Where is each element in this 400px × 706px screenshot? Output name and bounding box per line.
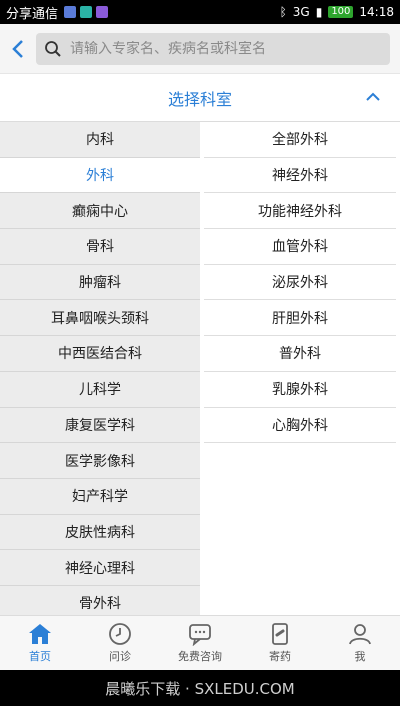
- chat-icon: [189, 624, 211, 646]
- primary-department-list: 内科 外科 癫痫中心 骨科 肿瘤科 耳鼻咽喉头颈科 中西医结合科 儿科学 康复医…: [0, 122, 200, 615]
- user-icon: [349, 624, 371, 645]
- tab-label: 免费咨询: [178, 650, 222, 663]
- sub-department-item[interactable]: 全部外科: [204, 122, 396, 158]
- department-item[interactable]: 康复医学科: [0, 407, 200, 444]
- chevron-up-icon[interactable]: [364, 88, 382, 106]
- department-item[interactable]: 内科: [0, 122, 200, 158]
- department-item[interactable]: 妇产科学: [0, 478, 200, 515]
- search-input[interactable]: [70, 40, 390, 57]
- chevron-left-icon: [12, 39, 23, 58]
- sub-department-list: 全部外科 神经外科 功能神经外科 血管外科 泌尿外科 肝胆外科 普外科 乳腺外科…: [204, 122, 400, 615]
- department-item[interactable]: 骨外科: [0, 585, 200, 615]
- sub-department-item[interactable]: 血管外科: [204, 229, 396, 265]
- department-item[interactable]: 儿科学: [0, 371, 200, 408]
- signal-icon: ▮: [315, 5, 323, 19]
- department-item[interactable]: 骨科: [0, 229, 200, 265]
- department-item[interactable]: 癫痫中心: [0, 193, 200, 230]
- notification-icon: [80, 6, 93, 18]
- notification-icon: [64, 6, 77, 18]
- department-item[interactable]: 皮肤性病科: [0, 514, 200, 551]
- tab-label: 问诊: [109, 650, 131, 663]
- home-icon: [29, 624, 51, 644]
- tab-label: 首页: [29, 650, 51, 663]
- tab-me[interactable]: 我: [320, 616, 400, 670]
- department-header[interactable]: 选择科室: [0, 74, 400, 122]
- sub-department-item[interactable]: 乳腺外科: [204, 372, 396, 408]
- search-bar: [0, 24, 400, 74]
- system-nav-bar: 晨曦乐下载 · SXLEDU.COM: [0, 670, 400, 706]
- page-title: 选择科室: [167, 89, 232, 109]
- search-icon: [45, 40, 61, 57]
- sub-department-item[interactable]: 普外科: [204, 336, 396, 372]
- department-item[interactable]: 耳鼻咽喉头颈科: [0, 300, 200, 337]
- clock-icon: [109, 623, 131, 645]
- department-item[interactable]: 中西医结合科: [0, 336, 200, 372]
- sub-department-item[interactable]: 肝胆外科: [204, 300, 396, 337]
- sub-department-item[interactable]: 神经外科: [204, 158, 396, 194]
- search-box[interactable]: [36, 32, 390, 65]
- watermark-text: 晨曦乐下载 · SXLEDU.COM: [105, 679, 295, 698]
- carrier-name: 分享通信: [6, 6, 59, 22]
- signal-type: 3G: [292, 5, 310, 19]
- bottom-tab-bar: 首页 问诊 免费咨询 寄药 我: [0, 615, 400, 670]
- sub-department-item[interactable]: 泌尿外科: [204, 265, 396, 301]
- medicine-icon: [272, 623, 288, 645]
- department-item-selected[interactable]: 外科: [0, 157, 200, 194]
- battery-icon: 100: [328, 6, 354, 18]
- back-button[interactable]: [0, 24, 36, 74]
- bluetooth-icon: ᛒ: [279, 5, 287, 19]
- sub-department-item[interactable]: 功能神经外科: [204, 193, 396, 230]
- tab-home[interactable]: 首页: [0, 616, 80, 670]
- clock-time: 14:18: [359, 5, 394, 19]
- status-indicators: ᛒ 3G ▮ 100 14:18: [280, 5, 394, 19]
- department-item[interactable]: 医学影像科: [0, 443, 200, 479]
- department-item[interactable]: 肿瘤科: [0, 264, 200, 301]
- tab-free-consult[interactable]: 免费咨询: [160, 616, 240, 670]
- tab-medicine[interactable]: 寄药: [240, 616, 320, 670]
- status-bar: 分享通信 ᛒ 3G ▮ 100 14:18: [0, 0, 400, 24]
- department-item[interactable]: 神经心理科: [0, 550, 200, 586]
- sub-department-item[interactable]: 心胸外科: [204, 408, 396, 444]
- tab-label: 我: [354, 650, 366, 663]
- notification-icon: [96, 6, 109, 18]
- tab-consult[interactable]: 问诊: [80, 616, 160, 670]
- tab-label: 寄药: [269, 650, 291, 663]
